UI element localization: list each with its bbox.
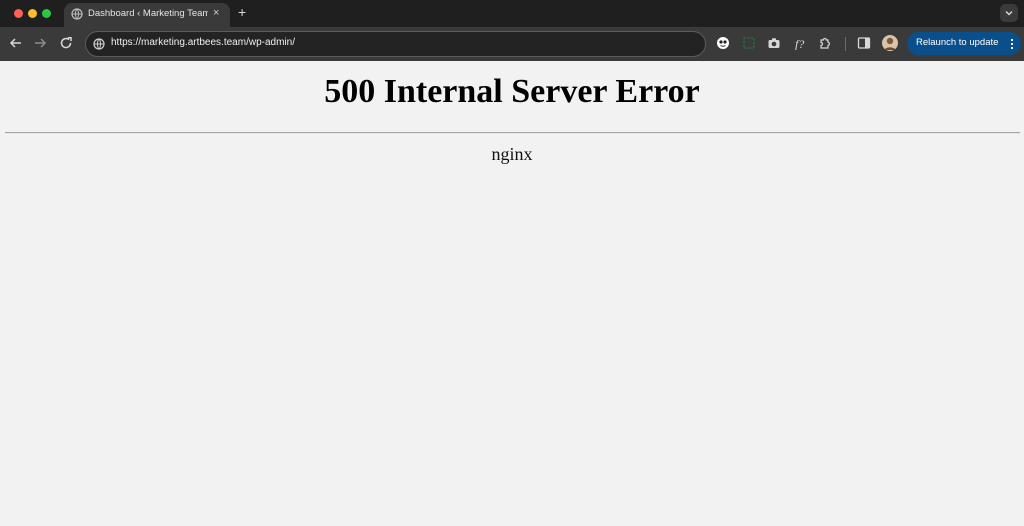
server-name: nginx: [491, 144, 533, 164]
side-panel-icon[interactable]: [857, 36, 871, 50]
error-heading: 500 Internal Server Error: [324, 73, 700, 110]
back-arrow-icon[interactable]: [8, 35, 24, 51]
tab-title: Dashboard ‹ Marketing Team: [88, 8, 208, 19]
horizontal-rule: [5, 132, 1020, 134]
maximize-window-button[interactable]: [42, 9, 51, 18]
extension-capture-icon[interactable]: [742, 36, 756, 50]
extensions-puzzle-icon[interactable]: [818, 36, 832, 50]
close-window-button[interactable]: [14, 9, 23, 18]
globe-icon: [71, 8, 83, 20]
extension-privacy-icon[interactable]: [716, 36, 730, 50]
new-tab-button[interactable]: +: [238, 5, 246, 19]
profile-avatar[interactable]: [882, 35, 898, 51]
site-info-icon[interactable]: [93, 38, 105, 50]
avatar-image-icon: [884, 37, 896, 50]
relaunch-to-update-button[interactable]: Relaunch to update: [907, 32, 1021, 55]
minimize-window-button[interactable]: [28, 9, 37, 18]
font-inspector-icon[interactable]: f?: [793, 36, 807, 50]
toolbar-divider: [845, 37, 846, 51]
forward-arrow-icon[interactable]: [32, 35, 48, 51]
tab-search-button[interactable]: [1000, 4, 1018, 22]
svg-text:f?: f?: [795, 37, 804, 50]
page-content: 500 Internal Server Error nginx: [0, 61, 1024, 526]
relaunch-label: Relaunch to update: [916, 37, 999, 48]
address-bar[interactable]: https://marketing.artbees.team/wp-admin/: [85, 31, 706, 57]
browser-tab-strip: Dashboard ‹ Marketing Team × +: [0, 0, 1024, 27]
reload-icon[interactable]: [58, 35, 74, 51]
chevron-down-icon: [1005, 11, 1013, 16]
active-tab[interactable]: Dashboard ‹ Marketing Team ×: [64, 3, 230, 27]
camera-icon[interactable]: [767, 36, 781, 50]
more-menu-icon: [1010, 38, 1014, 50]
tab-close-button[interactable]: ×: [213, 6, 219, 20]
url-text[interactable]: https://marketing.artbees.team/wp-admin/: [111, 37, 295, 48]
browser-toolbar: https://marketing.artbees.team/wp-admin/…: [0, 27, 1024, 61]
